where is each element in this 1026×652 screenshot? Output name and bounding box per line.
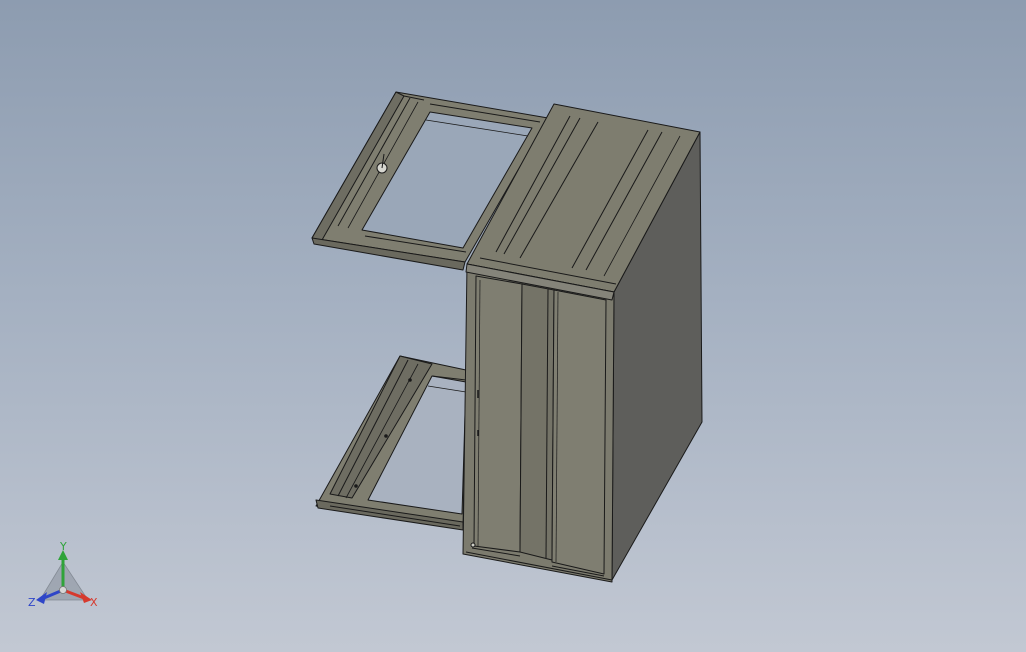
x-axis-label: X: [90, 596, 98, 609]
graphics-viewport[interactable]: Y X Z: [0, 0, 1026, 652]
z-axis-label: Z: [28, 596, 36, 609]
bottom-frame-panel[interactable]: [315, 355, 467, 531]
triad-origin: [59, 586, 67, 594]
y-axis-label: Y: [59, 540, 67, 553]
cabinet-3d-model[interactable]: [0, 0, 1026, 652]
axis-triad[interactable]: Y X Z: [24, 538, 104, 614]
